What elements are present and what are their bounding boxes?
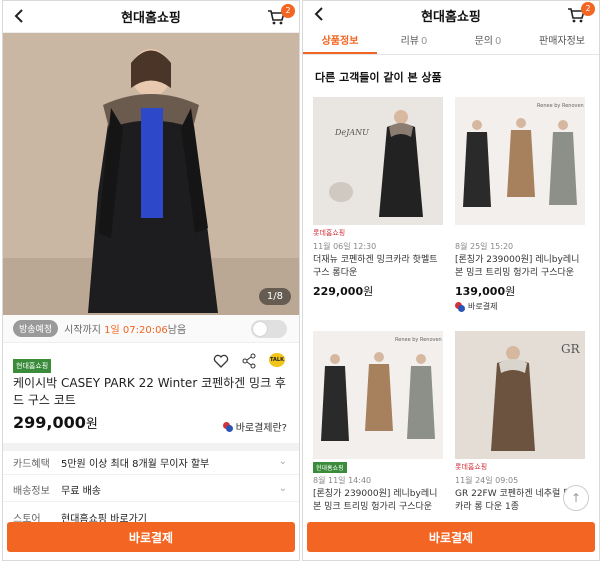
tab-count: 0: [421, 36, 428, 47]
chevron-down-icon: ⌄: [278, 456, 287, 467]
info-value: 5만원 이상 최대 8개월 무이자 할부: [61, 459, 210, 470]
pay-info-label: 바로결제란?: [235, 423, 287, 434]
top-bar: 현대홈쇼핑 2: [3, 1, 299, 33]
product-title: 케이시박 CASEY PARK 22 Winter 코펜하겐 밍크 후드 구스 …: [13, 376, 286, 407]
countdown-suffix: 남음: [167, 325, 187, 336]
header-title: 현대홈쇼핑: [121, 11, 181, 26]
price-value: 299,000: [13, 413, 86, 432]
card-benefit-row[interactable]: 카드혜택 5만원 이상 최대 8개월 무이자 할부 ⌄: [3, 451, 299, 475]
related-products-screen: 현대홈쇼핑 2 상품정보 리뷰 0 문의 0 판매자정보 다른 고객들이 같이 본 …: [302, 0, 600, 561]
header-title: 현대홈쇼핑: [421, 9, 481, 25]
price-unit: 원: [85, 417, 98, 432]
tab-label: 리뷰: [400, 36, 420, 47]
tab-bar: 상품정보 리뷰 0 문의 0 판매자정보: [303, 29, 599, 55]
store-label: 롯데홈쇼핑: [455, 463, 488, 471]
pay-label: 바로결제: [468, 302, 498, 311]
product-thumbnail: Renee by Renoven: [455, 97, 585, 225]
broadcast-date: 11월 24일 09:05: [455, 476, 519, 485]
product-name: [론칭가 239000원] 레니by레니본 밍크 트리밍 헝가리 구스다운 코트: [313, 489, 438, 512]
store-name: 현대홈쇼핑: [313, 461, 443, 473]
store-logo: 현대홈쇼핑: [13, 359, 52, 373]
product-thumbnail: DeJANU: [313, 97, 443, 225]
broadcast-date: 8월 11일 14:40: [313, 476, 372, 485]
alarm-toggle[interactable]: [251, 320, 287, 338]
store-name: 롯데홈쇼핑: [313, 228, 443, 238]
price-value: 139,000: [455, 285, 506, 298]
back-icon[interactable]: [11, 7, 29, 25]
back-icon[interactable]: [311, 5, 329, 23]
brand-watermark: Renee by Renoven: [395, 337, 442, 343]
product-name: [론칭가 239000원] 레니by레니본 밍크 트리밍 헝가리 구스다운 코트: [455, 255, 580, 278]
chevron-down-icon: ⌄: [278, 483, 287, 494]
pay-info-link[interactable]: 바로결제란?: [222, 419, 287, 434]
store-name: 롯데홈쇼핑: [455, 462, 585, 472]
countdown-day: 1일: [104, 325, 120, 336]
image-counter: 1/8: [258, 288, 291, 305]
cart-count-badge: 2: [281, 4, 295, 18]
section-divider: [3, 443, 299, 451]
brand-watermark: GR: [561, 342, 581, 356]
store-name: [455, 228, 585, 238]
store-label: 롯데홈쇼핑: [313, 229, 346, 237]
action-icons: TALK: [213, 353, 285, 369]
broadcast-date: 11월 06일 12:30: [313, 242, 377, 251]
toggle-knob: [253, 322, 267, 336]
product-card[interactable]: Renee by Renoven 8월 25일 15:20 [론칭가 23900…: [455, 97, 585, 312]
pay-badge: 바로결제: [455, 301, 585, 312]
broadcast-bar: 방송예정 시작까지 1일 07:20:06남음: [3, 315, 299, 343]
brand-watermark: Renee by Renoven: [537, 103, 584, 109]
tab-inquiries[interactable]: 문의 0: [451, 29, 525, 54]
product-price: 299,000원: [13, 413, 98, 432]
buy-now-button[interactable]: 바로결제: [7, 522, 295, 552]
product-card[interactable]: Renee by Renoven 현대홈쇼핑 8월 11일 14:40 [론칭가…: [313, 331, 443, 514]
tab-seller-info[interactable]: 판매자정보: [525, 29, 599, 54]
tab-label: 상품정보: [321, 36, 359, 47]
info-key: 배송정보: [13, 486, 50, 497]
talk-icon[interactable]: TALK: [269, 353, 285, 367]
broadcast-date: 8월 25일 15:20: [455, 242, 514, 251]
price-unit: 원: [363, 285, 374, 298]
store-label: 현대홈쇼핑: [313, 461, 347, 473]
pay-icon: [455, 301, 465, 312]
product-price: 229,000원: [313, 283, 443, 299]
brand-watermark: DeJANU: [334, 128, 369, 137]
info-value: 무료 배송: [61, 486, 101, 497]
price-value: 229,000: [313, 285, 364, 298]
top-bar: 현대홈쇼핑 2: [303, 1, 599, 29]
product-photo: [3, 33, 299, 315]
countdown-prefix: 시작까지: [64, 325, 101, 336]
product-card[interactable]: GR 롯데홈쇼핑 11월 24일 09:05 GR 22FW 코펜하겐 네추럴 …: [455, 331, 585, 514]
product-name: 더재뉴 코펜하겐 밍크카라 핫멜트 구스 롱다운: [313, 255, 438, 278]
share-icon[interactable]: [241, 353, 257, 369]
heart-icon[interactable]: [213, 353, 229, 369]
product-card[interactable]: DeJANU 롯데홈쇼핑 11월 06일 12:30 더재뉴 코펜하겐 밍크카라…: [313, 97, 443, 299]
countdown-text: 시작까지 1일 07:20:06남음: [64, 321, 186, 336]
tab-product-info[interactable]: 상품정보: [303, 29, 377, 54]
product-detail-screen: 현대홈쇼핑 2 1/8 방송예정 시작까지 1일 07:20:06남음 현대홈쇼…: [2, 0, 300, 561]
buy-now-button[interactable]: 바로결제: [307, 522, 595, 552]
cart-count-badge: 2: [581, 2, 595, 16]
section-title: 다른 고객들이 같이 본 상품: [315, 71, 442, 84]
scroll-to-top-icon[interactable]: ↑: [563, 485, 589, 511]
broadcast-badge: 방송예정: [13, 320, 59, 337]
price-unit: 원: [505, 285, 516, 298]
tab-label: 문의: [474, 36, 494, 47]
tab-label: 판매자정보: [539, 36, 585, 47]
product-thumbnail: Renee by Renoven: [313, 331, 443, 459]
shipping-info-row[interactable]: 배송정보 무료 배송 ⌄: [3, 478, 299, 502]
info-key: 카드혜택: [13, 459, 50, 470]
product-thumbnail: GR: [455, 331, 585, 459]
product-image[interactable]: 1/8: [3, 33, 299, 315]
tab-count: 0: [495, 36, 502, 47]
brand-row: 현대홈쇼핑 TALK: [13, 353, 289, 373]
tab-reviews[interactable]: 리뷰 0: [377, 29, 451, 54]
countdown-time: 07:20:06: [122, 325, 168, 336]
pay-icon: [222, 421, 233, 432]
product-price: 139,000원: [455, 283, 585, 299]
